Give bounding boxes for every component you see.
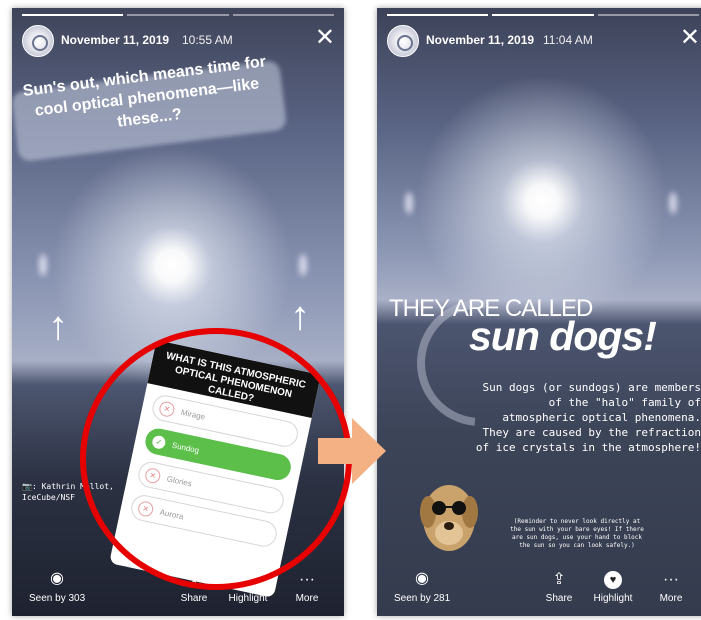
more-icon: ··· — [299, 571, 315, 588]
story-time: 10:55 AM — [182, 33, 233, 47]
story-date: November 11, 2019 — [426, 33, 535, 47]
more-button[interactable]: ··· More — [646, 571, 696, 604]
more-icon: ··· — [663, 571, 679, 588]
progress-segment — [22, 14, 124, 16]
safety-note: (Reminder to never look directly at the … — [510, 518, 644, 549]
arrow-up-icon: ↑ — [290, 294, 310, 338]
progress-segment — [127, 14, 229, 16]
more-label: More — [659, 593, 683, 604]
highlight-label: Highlight — [593, 593, 633, 604]
seen-by[interactable]: Seen by 281 — [394, 593, 450, 604]
more-label: More — [295, 593, 319, 604]
arrow-right-icon — [318, 418, 386, 484]
sundog-right — [669, 192, 677, 214]
close-icon[interactable]: ✕ — [315, 26, 335, 50]
heart-icon: ♥ — [588, 570, 638, 589]
story-progress — [22, 14, 334, 16]
share-label: Share — [180, 593, 208, 604]
share-icon: ⇪ — [552, 571, 566, 588]
progress-segment — [232, 14, 334, 16]
story-panel-right: November 11, 2019 11:04 AM ✕ THEY ARE CA… — [377, 8, 701, 616]
story-progress — [387, 14, 699, 16]
story-footer: ◉ Seen by 281 ⇪ Share ♥ Highlight ··· More — [377, 570, 701, 610]
dog-sticker — [420, 485, 478, 551]
progress-segment — [597, 14, 699, 16]
story-time: 11:04 AM — [543, 33, 593, 47]
share-button[interactable]: ⇪ Share — [534, 569, 584, 604]
red-circle-annotation — [80, 328, 352, 590]
seen-by[interactable]: Seen by 303 — [29, 593, 85, 604]
avatar[interactable] — [387, 25, 419, 57]
progress-segment — [387, 14, 489, 16]
eye-icon[interactable]: ◉ — [415, 568, 429, 588]
progress-segment — [492, 14, 594, 16]
eye-icon[interactable]: ◉ — [50, 568, 64, 588]
highlight-button[interactable]: ♥ Highlight — [588, 570, 638, 604]
sundog-right — [299, 254, 307, 276]
sundog-left — [39, 254, 47, 276]
arrow-up-icon: ↑ — [48, 304, 68, 348]
sundog-left — [405, 192, 413, 214]
story-date: November 11, 2019 — [61, 33, 170, 47]
close-icon[interactable]: ✕ — [680, 26, 700, 50]
story-body-text: Sun dogs (or sundogs) are members of the… — [475, 381, 701, 454]
more-button[interactable]: ··· More — [282, 571, 332, 604]
heading-big: sun dogs! — [469, 313, 657, 359]
avatar[interactable] — [22, 25, 54, 57]
share-label: Share — [545, 593, 573, 604]
